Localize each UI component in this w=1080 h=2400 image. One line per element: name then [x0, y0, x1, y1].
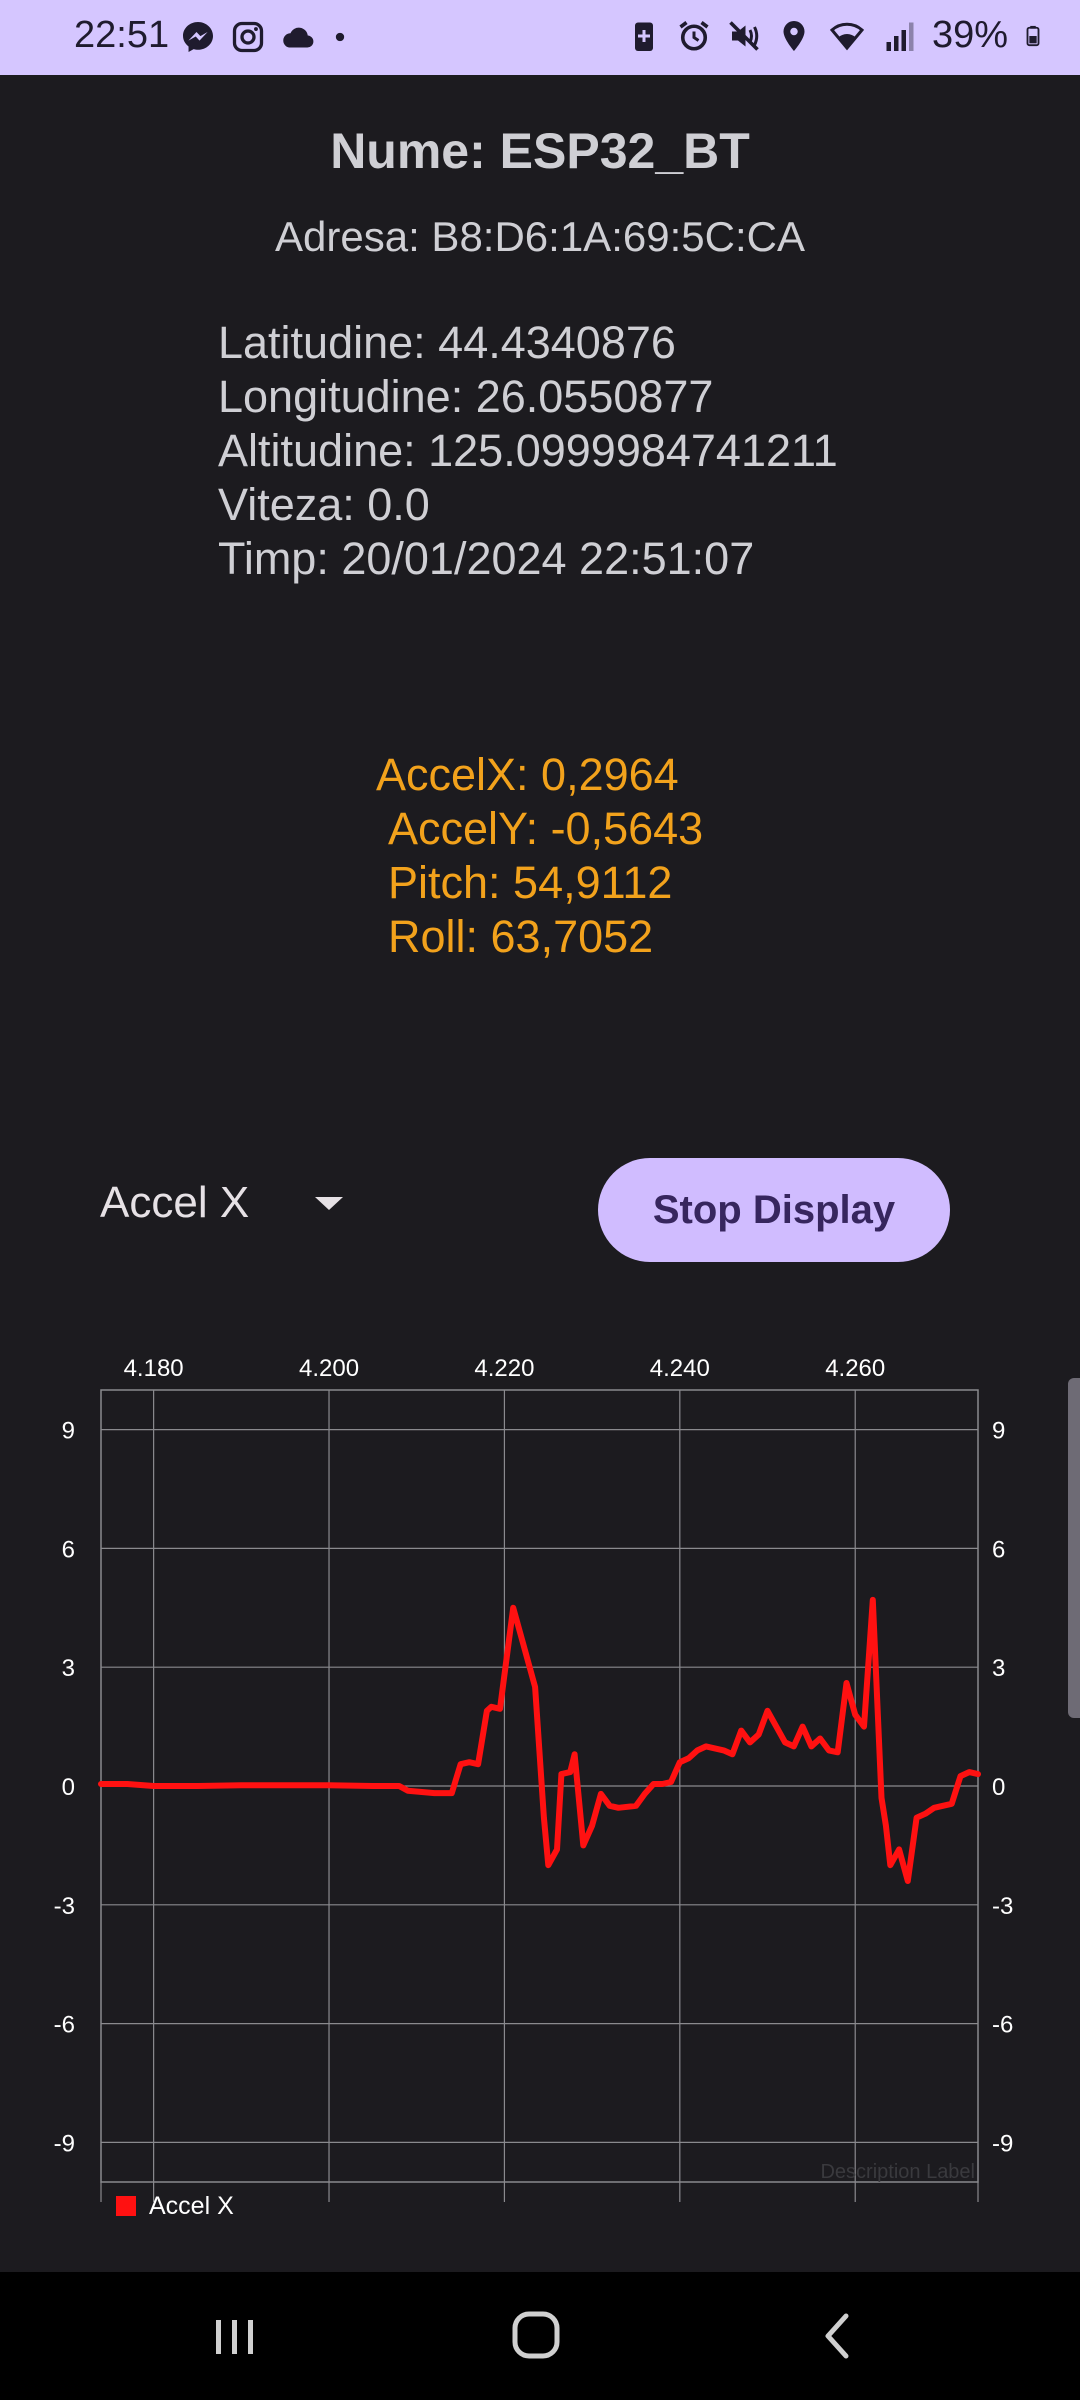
y-tick-label-left: 9: [62, 1418, 75, 1445]
home-icon[interactable]: [496, 2302, 576, 2370]
y-tick-label-right: 3: [992, 1655, 1005, 1682]
back-icon[interactable]: [798, 2302, 878, 2370]
y-tick-label-right: -9: [992, 2130, 1013, 2157]
accel-chart[interactable]: 9 9 6 6 3 3 0 0 -3 -3 -6 -6 -9 -9 4.180 4.200 4.220 4.240…: [0, 1330, 1080, 2240]
location-icon: [783, 20, 805, 51]
alarm-icon: [679, 20, 709, 51]
accel-x-text: AccelX: 0,2964: [376, 749, 679, 800]
latitude-text: Latitudine: 44.4340876: [218, 317, 676, 368]
status-time: 22:51: [74, 14, 170, 56]
y-tick-label-left: -3: [54, 1893, 75, 1920]
dropdown-arrow-icon: [315, 1196, 344, 1210]
navigation-bar: [0, 2272, 1080, 2400]
x-tick-label: 4.180: [124, 1355, 184, 1382]
status-bar: 22:51 39%: [0, 0, 1080, 75]
altitude-text: Altitudine: 125.0999984741211: [218, 425, 838, 476]
recent-apps-icon[interactable]: [194, 2302, 274, 2370]
legend-swatch: [116, 2196, 136, 2216]
stop-display-button[interactable]: Stop Display: [598, 1158, 950, 1262]
battery-percent: 39%: [931, 14, 1008, 56]
notification-icons: [180, 19, 350, 55]
x-tick-label: 4.260: [825, 1355, 885, 1382]
sensor-readings: AccelX: 0,2964 AccelY: -0,5643 Pitch: 54…: [376, 748, 703, 964]
sensor-dropdown[interactable]: Accel X: [100, 1178, 344, 1228]
scrollbar-handle[interactable]: [1068, 1378, 1080, 1718]
battery-saver-icon: [634, 22, 653, 51]
y-tick-label-left: -9: [54, 2130, 75, 2157]
messenger-icon: [183, 22, 213, 52]
dropdown-selected-value: Accel X: [100, 1178, 250, 1227]
gps-info: Latitudine: 44.4340876 Longitudine: 26.0…: [218, 316, 838, 586]
wifi-icon: [829, 22, 865, 50]
y-tick-label-left: 3: [62, 1655, 75, 1682]
longitude-text: Longitudine: 26.0550877: [218, 371, 714, 422]
device-address: Adresa: B8:D6:1A:69:5C:CA: [275, 213, 805, 260]
pitch-text: Pitch: 54,9112: [388, 857, 673, 908]
description-label: Description Label: [820, 2161, 975, 2183]
y-tick-label-left: -6: [54, 2012, 75, 2039]
instagram-icon: [232, 21, 264, 53]
cloud-icon: [283, 27, 314, 48]
x-tick-label: 4.200: [299, 1355, 359, 1382]
battery-icon: [1026, 25, 1040, 46]
x-tick-label: 4.240: [650, 1355, 710, 1382]
y-tick-label-left: 0: [62, 1774, 75, 1801]
y-tick-label-right: 0: [992, 1774, 1005, 1801]
roll-text: Roll: 63,7052: [388, 911, 654, 962]
dot-icon: [335, 32, 345, 42]
mute-icon: [729, 20, 759, 51]
series-line-accel-x: [98, 1596, 981, 1884]
y-tick-label-right: 6: [992, 1536, 1005, 1563]
system-icons: 39%: [626, 14, 1044, 57]
y-tick-label-right: -3: [992, 1893, 1013, 1920]
device-name: Nume: ESP32_BT: [330, 123, 750, 179]
x-tick-label: 4.220: [474, 1355, 534, 1382]
y-tick-label-right: 9: [992, 1418, 1005, 1445]
y-tick-label-right: -6: [992, 2012, 1013, 2039]
signal-icon: [886, 22, 914, 51]
legend-label: Accel X: [149, 2192, 234, 2220]
accel-y-text: AccelY: -0,5643: [388, 803, 704, 854]
y-tick-label-left: 6: [62, 1536, 75, 1563]
gps-time-text: Timp: 20/01/2024 22:51:07: [218, 533, 755, 584]
speed-text: Viteza: 0.0: [218, 479, 430, 530]
